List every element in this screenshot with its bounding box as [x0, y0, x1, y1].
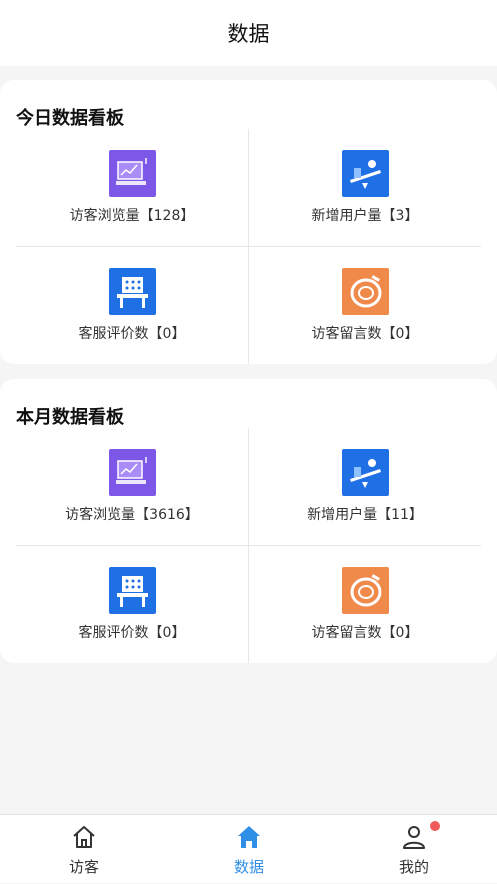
tab-visitors[interactable]: 访客: [24, 815, 144, 884]
stat-label: 客服评价数【0】: [78, 326, 186, 342]
home-filled-icon: [236, 824, 262, 850]
today-dashboard-card: 今日数据看板 访客浏览量【128】 新增用户量【3】 客服评价数【0】 访客留言…: [0, 80, 497, 364]
card-title: 本月数据看板: [16, 407, 124, 428]
stat-service-ratings[interactable]: 客服评价数【0】: [16, 546, 248, 663]
stat-visitor-views[interactable]: 访客浏览量【3616】: [16, 428, 248, 545]
stat-label: 新增用户量【3】: [311, 208, 419, 224]
stat-new-users[interactable]: 新增用户量【3】: [249, 129, 481, 246]
home-outline-icon: [71, 824, 97, 850]
stat-label: 访客留言数【0】: [311, 625, 419, 641]
message-disc-icon: [341, 268, 389, 315]
tab-mine[interactable]: 我的: [354, 815, 474, 884]
card-title: 今日数据看板: [16, 108, 124, 129]
seesaw-user-icon: [341, 150, 389, 197]
service-table-icon: [108, 567, 156, 614]
stat-label: 访客留言数【0】: [311, 326, 419, 342]
tab-data[interactable]: 数据: [189, 815, 309, 884]
service-table-icon: [108, 268, 156, 315]
message-disc-icon: [341, 567, 389, 614]
stat-label: 访客浏览量【3616】: [65, 507, 199, 523]
chart-monitor-icon: [108, 150, 156, 197]
seesaw-user-icon: [341, 449, 389, 496]
bottom-tab-bar: 访客 数据 我的: [0, 814, 497, 883]
stat-visitor-messages[interactable]: 访客留言数【0】: [249, 247, 481, 364]
tab-label: 数据: [233, 858, 264, 876]
tab-label: 访客: [68, 858, 99, 876]
chart-monitor-icon: [108, 449, 156, 496]
stat-label: 访客浏览量【128】: [69, 208, 195, 224]
notification-badge: [430, 821, 440, 831]
month-dashboard-card: 本月数据看板 访客浏览量【3616】 新增用户量【11】 客服评价数【0】 访客…: [0, 379, 497, 663]
page-header: 数据: [0, 0, 497, 66]
stat-visitor-messages[interactable]: 访客留言数【0】: [249, 546, 481, 663]
stat-new-users[interactable]: 新增用户量【11】: [249, 428, 481, 545]
stat-label: 客服评价数【0】: [78, 625, 186, 641]
stat-label: 新增用户量【11】: [307, 507, 423, 523]
stat-service-ratings[interactable]: 客服评价数【0】: [16, 247, 248, 364]
user-icon: [401, 824, 427, 850]
tab-label: 我的: [398, 858, 429, 876]
stat-visitor-views[interactable]: 访客浏览量【128】: [16, 129, 248, 246]
page-title: 数据: [227, 22, 270, 46]
